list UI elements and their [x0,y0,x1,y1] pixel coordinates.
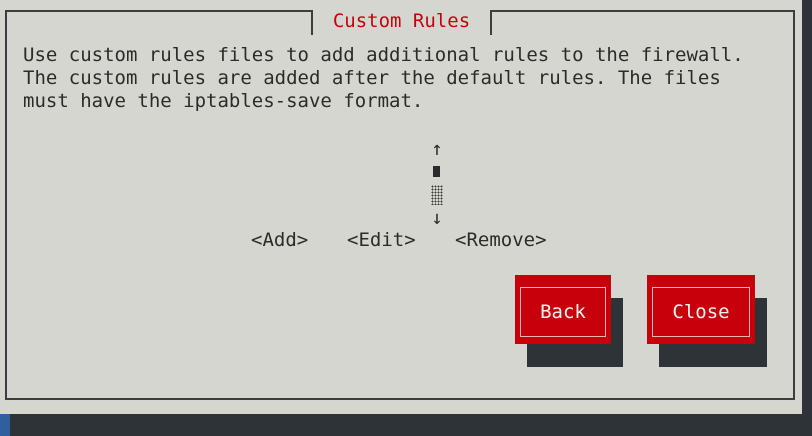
screen-edge-right [802,0,812,414]
description-line-3: must have the iptables-save format. [23,90,424,112]
scroll-down-arrow-icon[interactable]: ↓ [430,207,444,230]
dialog-title: Custom Rules [311,10,492,35]
scrollbar-track[interactable] [431,185,443,205]
description-line-1: Use custom rules files to add additional… [23,44,744,66]
back-button-label: Back [520,287,606,337]
scrollbar-thumb[interactable] [433,166,440,177]
screen-edge-bottom [0,414,812,436]
screen-corner-accent [0,414,10,436]
add-button[interactable]: <Add> [251,229,308,252]
back-button[interactable]: Back [515,275,611,344]
close-button[interactable]: Close [647,275,755,344]
remove-button[interactable]: <Remove> [455,229,547,252]
scroll-up-arrow-icon[interactable]: ↑ [430,138,444,161]
close-button-label: Close [652,287,750,337]
edit-button[interactable]: <Edit> [347,229,416,252]
description-line-2: The custom rules are added after the def… [23,67,721,89]
